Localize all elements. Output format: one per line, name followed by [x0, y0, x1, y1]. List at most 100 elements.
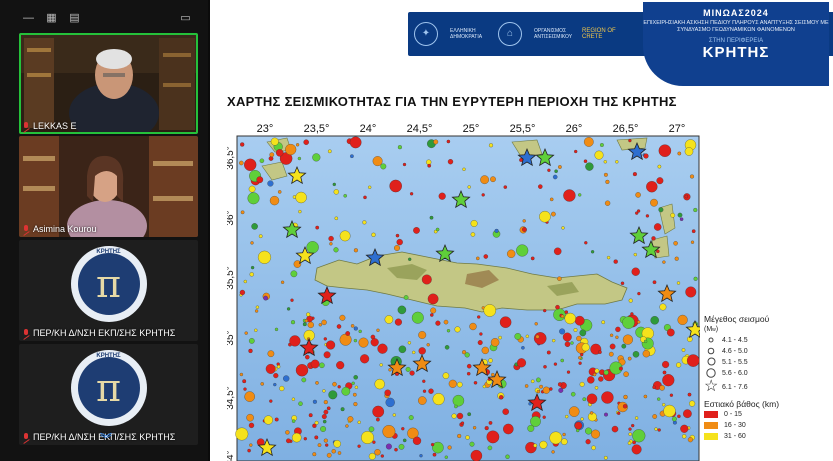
earthquake-point: [428, 388, 434, 394]
earthquake-point: [662, 260, 666, 264]
earthquake-point: [680, 424, 689, 433]
earthquake-point: [357, 420, 361, 424]
earthquake-point: [460, 421, 465, 425]
earthquake-point: [560, 358, 564, 363]
earthquake-point: [617, 411, 621, 415]
longitude-tick-label: 26,5°: [613, 123, 639, 135]
earthquake-point: [594, 368, 600, 374]
latitude-tick-label: 35°: [227, 330, 236, 345]
participant-tile-lekkas[interactable]: LEKKAS E: [19, 33, 198, 134]
participant-tile-pde-1[interactable]: ΚΡΗΤΗΣ π ΠΕΡ/ΚΗ Δ/ΝΣΗ ΕΚΠ/ΣΗΣ ΚΡΗΤΗΣ: [19, 240, 198, 341]
earthquake-point: [676, 281, 681, 285]
earthquake-point: [374, 449, 381, 456]
earthquake-point: [291, 432, 302, 443]
earthquake-point: [482, 384, 486, 389]
earthquake-point: [686, 354, 700, 367]
earthquake-point: [323, 351, 331, 359]
earthquake-point: [432, 393, 445, 406]
earthquake-point: [347, 416, 354, 423]
earthquake-point: [244, 391, 255, 402]
earthquake-point: [472, 426, 477, 430]
list-view-icon[interactable]: ▤: [68, 12, 81, 24]
participants-panel: — ▦ ▤ ▭ LEKKAS E Asimina Kourou ΚΡΗΤΗΣ π…: [0, 0, 208, 461]
earthquake-point: [673, 241, 678, 246]
earthquake-point: [677, 151, 682, 156]
earthquake-point: [659, 303, 667, 311]
earthquake-point: [380, 454, 384, 458]
earthquake-point: [632, 351, 640, 358]
earthquake-point: [524, 384, 529, 388]
earthquake-point: [329, 242, 333, 246]
earthquake-point: [301, 377, 307, 383]
earthquake-point: [604, 200, 611, 206]
earthquake-point: [557, 276, 562, 281]
earthquake-point: [350, 324, 355, 328]
earthquake-point: [295, 143, 300, 147]
hide-panel-icon[interactable]: ▭: [179, 12, 192, 24]
earthquake-point: [382, 425, 396, 438]
minimize-icon[interactable]: —: [22, 12, 35, 24]
earthquake-point: [446, 329, 451, 333]
earthquake-point: [448, 379, 457, 388]
earthquake-point: [627, 441, 632, 445]
earthquake-point: [650, 198, 658, 207]
earthquake-point: [599, 143, 604, 147]
earthquake-point: [608, 351, 614, 357]
earthquake-point: [635, 192, 641, 198]
earthquake-point: [307, 321, 314, 329]
earthquake-point: [290, 320, 296, 325]
earthquake-point: [653, 223, 662, 231]
earthquake-point: [422, 389, 427, 393]
earthquake-point: [349, 136, 362, 149]
earthquake-point: [314, 435, 319, 440]
earthquake-point: [334, 216, 339, 221]
earthquake-point: [553, 247, 562, 256]
earthquake-point: [603, 172, 608, 177]
earthquake-point: [328, 235, 334, 242]
earthquake-point: [609, 343, 616, 350]
earthquake-point: [345, 424, 349, 428]
latitude-tick-label: 34°: [227, 450, 236, 461]
earthquake-point: [586, 393, 598, 405]
earthquake-point: [603, 455, 608, 460]
map-canvas: 23° 23,5° 24° 24,5° 25° 25,5° 26° 26,5° 27° 36,5…: [227, 123, 705, 461]
earthquake-point: [613, 259, 618, 264]
grid-view-icon[interactable]: ▦: [45, 12, 58, 24]
legend-size-row: 5.6 - 6.0: [704, 367, 833, 379]
earthquake-point: [573, 328, 578, 332]
earthquake-point: [491, 372, 495, 377]
earthquake-point: [578, 356, 582, 360]
earthquake-point: [303, 437, 307, 441]
earthquake-point: [427, 163, 432, 168]
earthquake-point: [385, 443, 392, 450]
earthquake-point: [574, 315, 585, 326]
chevron-down-icon[interactable]: ︾: [100, 430, 112, 447]
earthquake-point: [628, 427, 632, 431]
star-icon: ☆: [704, 378, 719, 395]
earthquake-point: [258, 234, 263, 239]
legend-size-row: 4.6 - 5.0: [704, 346, 833, 357]
participant-tile-kourou[interactable]: Asimina Kourou: [19, 136, 198, 237]
participant-video: [19, 136, 198, 237]
earthquake-point: [395, 233, 400, 238]
earthquake-point: [499, 316, 512, 328]
legend-depth-row: 16 - 30: [704, 420, 833, 431]
earthquake-point: [297, 156, 302, 161]
seismicity-map: 23° 23,5° 24° 24,5° 25° 25,5° 26° 26,5° 27° 36,5…: [227, 118, 707, 461]
earthquake-point: [603, 369, 609, 376]
earthquake-point: [277, 190, 282, 194]
earthquake-point: [339, 314, 346, 321]
earthquake-point: [257, 250, 272, 264]
earthquake-point: [631, 267, 640, 276]
earthquake-point: [549, 431, 563, 445]
earthquake-point: [432, 441, 444, 454]
logo3-text: REGION OF CRETE: [582, 28, 616, 40]
earthquake-point: [652, 280, 657, 285]
earthquake-point: [618, 366, 623, 371]
earthquake-point: [671, 416, 677, 422]
earthquake-point: [505, 454, 510, 459]
earthquake-point: [594, 386, 599, 390]
earthquake-point: [470, 232, 476, 237]
earthquake-point: [269, 399, 273, 403]
longitude-tick-label: 24°: [360, 123, 377, 135]
